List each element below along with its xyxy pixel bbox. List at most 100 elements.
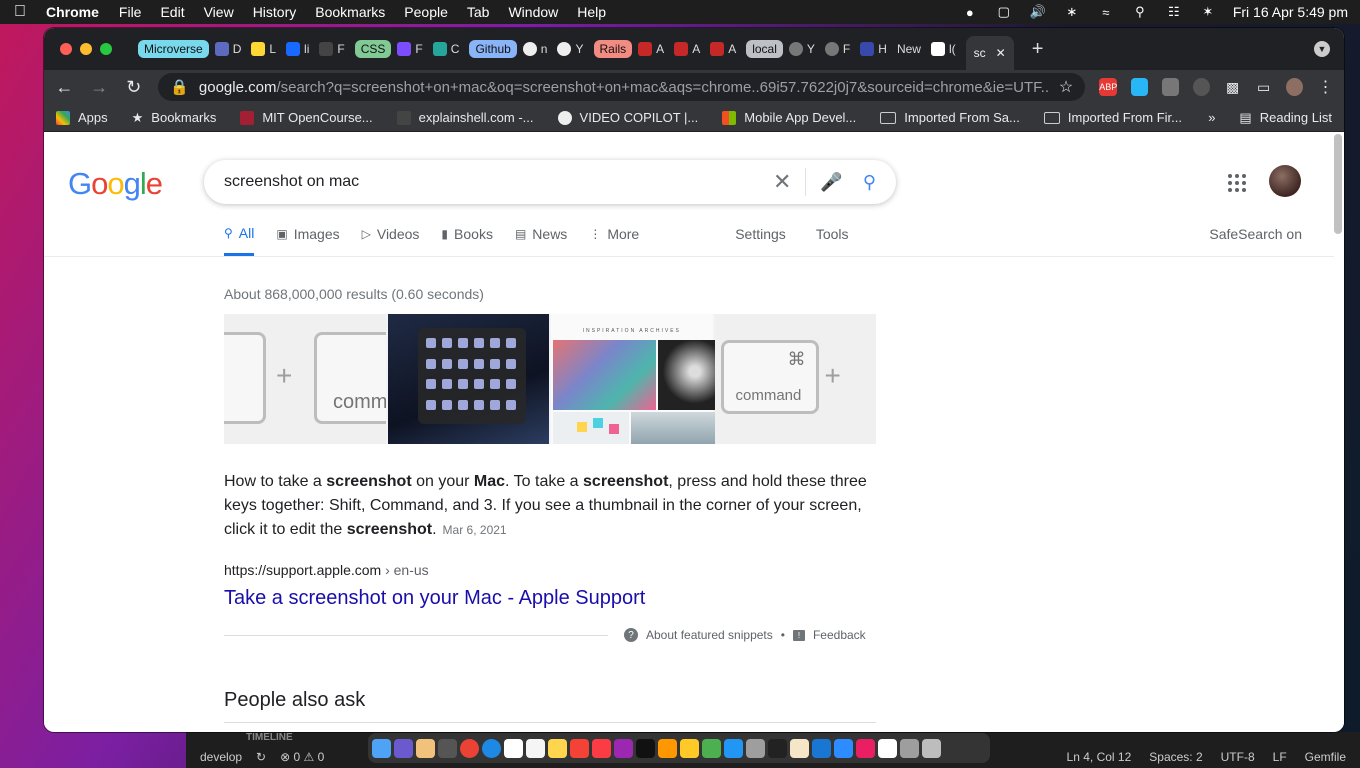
bluetooth-icon[interactable]: ∗: [1063, 4, 1081, 19]
tab-videos[interactable]: ▷ Videos: [362, 222, 420, 256]
close-window-button[interactable]: [60, 43, 72, 55]
news-icon[interactable]: [570, 738, 589, 758]
safari-icon[interactable]: [482, 738, 501, 758]
sync-icon[interactable]: ↻: [256, 750, 266, 764]
lock-icon[interactable]: 🔒: [170, 78, 189, 96]
image-thumbnail[interactable]: [387, 314, 549, 444]
branch-label[interactable]: develop: [200, 750, 242, 764]
timeline-label[interactable]: TIMELINE: [246, 732, 293, 743]
reminders-icon[interactable]: [526, 738, 545, 758]
tab-item[interactable]: D: [214, 42, 241, 56]
profile-avatar[interactable]: [1286, 78, 1304, 96]
page-scrollbar[interactable]: [1334, 134, 1342, 234]
about-snippets-link[interactable]: About featured snippets: [646, 628, 773, 642]
books-icon[interactable]: [658, 738, 677, 758]
bookmark-explainshell[interactable]: explainshell.com -...: [396, 110, 534, 125]
bookmark-bookmarks[interactable]: ★ Bookmarks: [132, 110, 217, 126]
mission-control-icon[interactable]: [438, 738, 457, 758]
menu-kebab-icon[interactable]: ⋮: [1317, 78, 1334, 96]
bookmark-mit[interactable]: MIT OpenCourse...: [240, 110, 373, 125]
screen-recorder-icon[interactable]: [856, 738, 875, 758]
wifi-icon[interactable]: ≈: [1097, 5, 1115, 20]
menu-bookmarks[interactable]: Bookmarks: [315, 4, 385, 20]
tab-item[interactable]: C: [432, 42, 459, 56]
extension-icon[interactable]: [1131, 78, 1149, 96]
forward-icon[interactable]: →: [89, 77, 110, 98]
tab-item[interactable]: A: [674, 42, 700, 56]
adblock-icon[interactable]: ABP: [1099, 78, 1117, 96]
google-logo[interactable]: Google: [68, 166, 163, 202]
menubar-clock[interactable]: Fri 16 Apr 5:49 pm: [1233, 4, 1348, 20]
menu-window[interactable]: Window: [508, 4, 558, 20]
problems-label[interactable]: ⊗ 0 ⚠ 0: [280, 750, 324, 764]
finder-icon[interactable]: [372, 738, 391, 758]
tab-item[interactable]: F: [319, 42, 345, 56]
bookmark-mobile-app[interactable]: Mobile App Devel...: [722, 110, 856, 125]
result-cite[interactable]: https://support.apple.com › en-us: [224, 562, 429, 578]
control-center-icon[interactable]: ☷: [1165, 4, 1183, 19]
safesearch-link[interactable]: SafeSearch on: [1209, 222, 1302, 256]
apple-icon[interactable]: : [12, 3, 28, 21]
zoom-icon[interactable]: [834, 738, 853, 758]
menu-people[interactable]: People: [404, 4, 448, 20]
reload-icon[interactable]: ↻: [123, 77, 144, 98]
tab-item[interactable]: L: [251, 42, 276, 56]
tab-item[interactable]: F: [824, 42, 850, 56]
tools-link[interactable]: Tools: [816, 222, 849, 256]
calendar-icon[interactable]: [504, 738, 523, 758]
spotlight-icon[interactable]: ⚲: [1131, 4, 1149, 19]
reading-list-button[interactable]: ▤ Reading List: [1239, 110, 1332, 126]
address-bar[interactable]: 🔒 google.com/search?q=screenshot+on+mac&…: [158, 73, 1086, 101]
encoding-label[interactable]: UTF-8: [1221, 750, 1255, 764]
tab-group-microverse[interactable]: Microverse: [138, 40, 209, 58]
appstore-icon[interactable]: [724, 738, 743, 758]
cursor-position[interactable]: Ln 4, Col 12: [1067, 750, 1132, 764]
image-thumbnail[interactable]: ⌘ command +: [714, 314, 876, 444]
tab-all[interactable]: ⚲ All: [224, 222, 255, 256]
settings-link[interactable]: Settings: [735, 222, 786, 256]
back-icon[interactable]: ←: [54, 77, 75, 98]
notes-icon[interactable]: [548, 738, 567, 758]
vscode-icon[interactable]: [812, 738, 831, 758]
zoom-window-button[interactable]: [100, 43, 112, 55]
tab-item[interactable]: Y: [557, 42, 584, 56]
tab-group-rails[interactable]: Rails: [593, 40, 633, 58]
tab-more[interactable]: ⋮ More: [589, 222, 639, 256]
search-input[interactable]: screenshot on mac ✕ 🎤 ⚲: [204, 160, 896, 204]
menu-view[interactable]: View: [204, 4, 234, 20]
indent-setting[interactable]: Spaces: 2: [1149, 750, 1202, 764]
tab-images[interactable]: ▣ Images: [276, 222, 339, 256]
tab-item[interactable]: li: [286, 42, 309, 56]
new-tab-button[interactable]: +: [1032, 38, 1044, 61]
bookmark-folder-safari[interactable]: Imported From Sa...: [880, 110, 1020, 125]
result-title-link[interactable]: Take a screenshot on your Mac - Apple Su…: [224, 587, 645, 610]
extension-icon[interactable]: [1162, 78, 1180, 96]
more-bookmarks-icon[interactable]: »: [1208, 110, 1215, 125]
search-query[interactable]: screenshot on mac: [224, 173, 359, 191]
microphone-icon[interactable]: 🎤: [820, 172, 842, 193]
tab-item[interactable]: H: [860, 42, 887, 56]
tab-item[interactable]: New: [897, 42, 921, 56]
menu-help[interactable]: Help: [577, 4, 606, 20]
podcasts-icon[interactable]: [614, 738, 633, 758]
tab-item[interactable]: n: [522, 42, 547, 56]
active-tab[interactable]: sc ✕: [965, 36, 1014, 70]
image-thumbnail[interactable]: INSPIRATION ARCHIVES: [551, 314, 725, 444]
tab-item[interactable]: A: [710, 42, 736, 56]
evernote-icon[interactable]: ●: [961, 5, 979, 20]
image-thumbnail[interactable]: + comma: [224, 314, 386, 444]
menu-tab[interactable]: Tab: [467, 4, 490, 20]
bookmark-apps[interactable]: Apps: [56, 110, 108, 125]
music-icon[interactable]: [592, 738, 611, 758]
minimize-window-button[interactable]: [80, 43, 92, 55]
slack-icon[interactable]: [878, 738, 897, 758]
cast-icon[interactable]: ▭: [1255, 78, 1272, 96]
account-avatar[interactable]: [1269, 165, 1301, 197]
tab-item[interactable]: Y: [788, 42, 815, 56]
bookmark-folder-firefox[interactable]: Imported From Fir...: [1043, 110, 1182, 125]
google-apps-icon[interactable]: [1228, 174, 1246, 192]
extension-icon[interactable]: [1193, 78, 1211, 96]
tab-item[interactable]: F: [397, 42, 423, 56]
menu-edit[interactable]: Edit: [160, 4, 184, 20]
tab-group-local[interactable]: local: [746, 40, 783, 58]
